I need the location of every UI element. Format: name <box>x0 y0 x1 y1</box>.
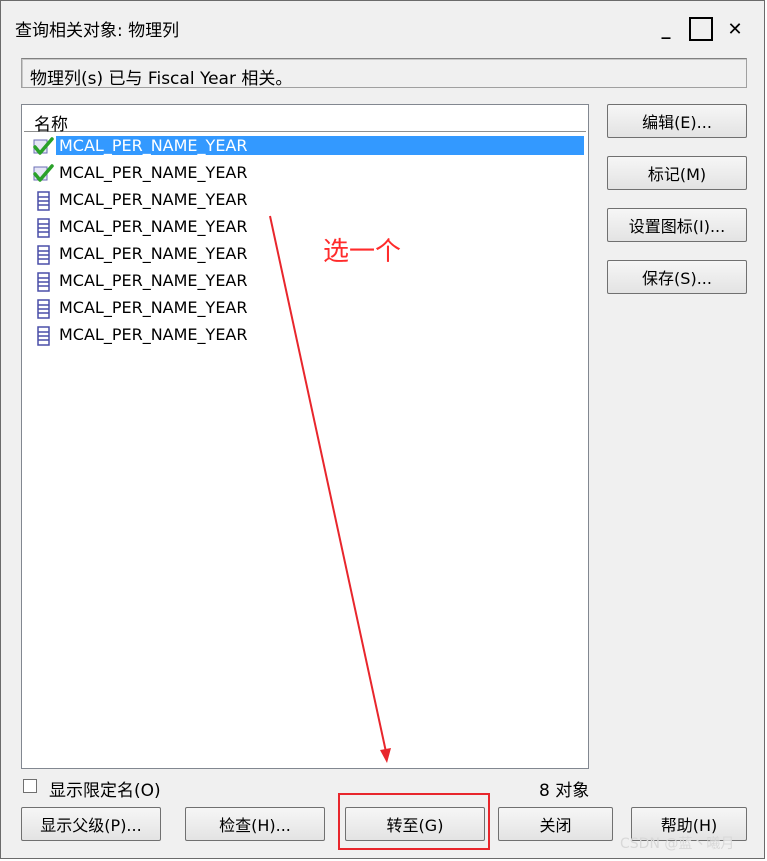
list-item[interactable]: MCAL_PER_NAME_YEAR <box>26 269 586 294</box>
title-bar[interactable]: 查询相关对象: 物理列 _ ✕ <box>2 2 763 42</box>
checkmark-icon <box>33 137 54 155</box>
edit-button[interactable]: 编辑(E)... <box>607 104 747 138</box>
inspect-button[interactable]: 检查(H)... <box>185 807 325 841</box>
status-text: 物理列(s) 已与 Fiscal Year 相关。 <box>30 69 293 89</box>
annotation-text: 选一个 <box>323 237 402 267</box>
column-icon <box>37 272 50 292</box>
list-item[interactable]: MCAL_PER_NAME_YEAR <box>26 134 586 159</box>
column-icon <box>37 326 50 346</box>
column-icon <box>37 245 50 265</box>
list-item-label: MCAL_PER_NAME_YEAR <box>59 190 248 209</box>
show-qualified-name-checkbox[interactable] <box>23 779 37 793</box>
goto-highlight-box <box>338 793 490 850</box>
dialog-window: 查询相关对象: 物理列 _ ✕ 物理列(s) 已与 Fiscal Year 相关… <box>0 0 765 859</box>
related-objects-list[interactable]: 名称 MCAL_PER_NAME_YEAR MCAL_PER_NAME_YEAR… <box>21 104 589 769</box>
window-title: 查询相关对象: 物理列 <box>15 21 180 41</box>
list-item-label: MCAL_PER_NAME_YEAR <box>59 163 248 182</box>
checkmark-icon <box>33 164 54 182</box>
list-item[interactable]: MCAL_PER_NAME_YEAR <box>26 296 586 321</box>
close-icon: ✕ <box>727 18 743 40</box>
object-count: 8 对象 <box>539 781 590 801</box>
mark-button[interactable]: 标记(M) <box>607 156 747 190</box>
list-item[interactable]: MCAL_PER_NAME_YEAR <box>26 242 586 267</box>
show-qualified-name-label: 显示限定名(O) <box>49 781 161 801</box>
column-icon <box>37 299 50 319</box>
save-button[interactable]: 保存(S)... <box>607 260 747 294</box>
column-icon <box>37 191 50 211</box>
minimize-icon: _ <box>661 18 671 40</box>
list-item[interactable]: MCAL_PER_NAME_YEAR <box>26 188 586 213</box>
close-window-button[interactable]: ✕ <box>723 17 747 41</box>
status-box: 物理列(s) 已与 Fiscal Year 相关。 <box>21 58 747 89</box>
maximize-button[interactable] <box>689 17 713 41</box>
list-item-label: MCAL_PER_NAME_YEAR <box>56 136 584 155</box>
show-parent-button[interactable]: 显示父级(P)... <box>21 807 161 841</box>
list-item-label: MCAL_PER_NAME_YEAR <box>59 271 248 290</box>
list-item[interactable]: MCAL_PER_NAME_YEAR <box>26 161 586 186</box>
watermark: CSDN @蓝丶曦月 <box>620 836 735 852</box>
list-item[interactable]: MCAL_PER_NAME_YEAR <box>26 323 586 348</box>
minimize-button[interactable]: _ <box>654 17 678 41</box>
column-header-name: 名称 <box>34 115 68 135</box>
close-button[interactable]: 关闭 <box>498 807 613 841</box>
column-icon <box>37 218 50 238</box>
list-column-header[interactable]: 名称 <box>24 107 586 135</box>
list-item-label: MCAL_PER_NAME_YEAR <box>59 244 248 263</box>
list-item[interactable]: MCAL_PER_NAME_YEAR <box>26 215 586 240</box>
list-item-label: MCAL_PER_NAME_YEAR <box>59 217 248 236</box>
list-item-label: MCAL_PER_NAME_YEAR <box>59 298 248 317</box>
list-item-label: MCAL_PER_NAME_YEAR <box>59 325 248 344</box>
set-icon-button[interactable]: 设置图标(I)... <box>607 208 747 242</box>
